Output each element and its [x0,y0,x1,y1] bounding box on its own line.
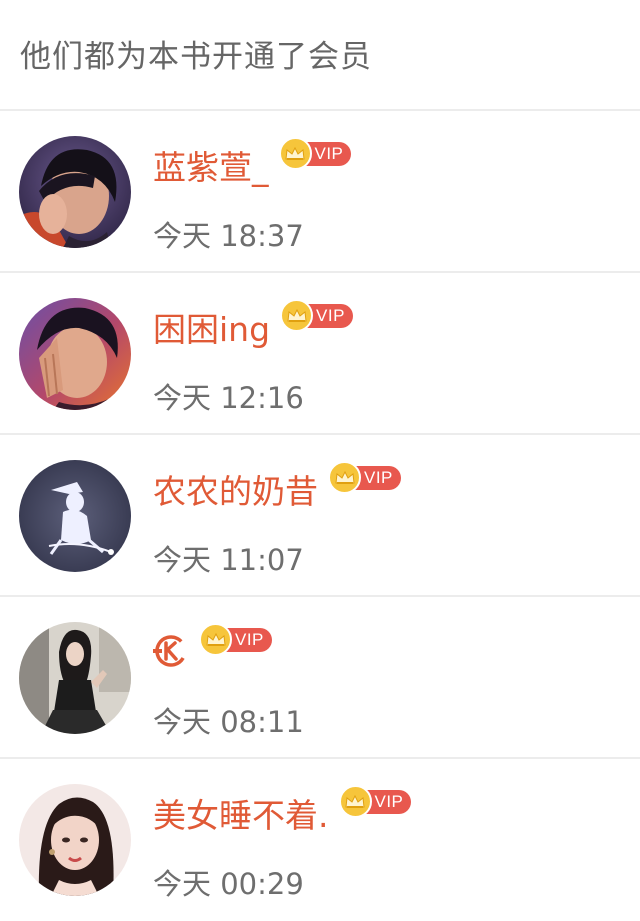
list-item[interactable]: 蓝紫萱_ VIP 今天 18:37 [0,111,640,273]
k-logo-icon [153,633,189,669]
header-title: 他们都为本书开通了会员 [20,39,372,75]
member-list: 蓝紫萱_ VIP 今天 18:37 困困ing VIP 今天 12:16 农农的… [0,111,640,921]
avatar[interactable] [19,136,131,248]
member-time: 今天 18:37 [153,219,304,253]
vip-badge: VIP [278,137,352,170]
crown-icon [328,461,361,494]
member-time: 今天 12:16 [153,381,304,415]
avatar[interactable] [19,460,131,572]
list-item[interactable]: 困困ing VIP 今天 12:16 [0,273,640,435]
crown-icon [280,299,314,332]
avatar[interactable] [19,298,131,410]
vip-badge: VIP [280,299,353,332]
member-name[interactable]: 美女睡不着. [153,789,329,837]
page-header: 他们都为本书开通了会员 [0,0,640,111]
vip-badge: VIP [338,785,412,818]
crown-icon [278,137,312,170]
crown-icon [338,785,372,818]
vip-badge: VIP [199,623,272,656]
member-name[interactable]: 困困ing [153,303,270,351]
list-item[interactable]: 农农的奶昔 VIP 今天 11:07 [0,435,640,597]
member-name[interactable]: 农农的奶昔 [153,465,318,513]
vip-badge: VIP [328,461,401,494]
list-item[interactable]: 美女睡不着. VIP 今天 00:29 [0,759,640,921]
list-item[interactable]: VIP 今天 08:11 [0,597,640,759]
member-time: 今天 08:11 [153,705,304,739]
member-time: 今天 00:29 [153,867,304,901]
avatar[interactable] [19,622,131,734]
member-name[interactable]: 蓝紫萱_ [153,141,269,189]
crown-icon [199,623,232,656]
member-time: 今天 11:07 [153,543,304,577]
avatar[interactable] [19,784,131,896]
